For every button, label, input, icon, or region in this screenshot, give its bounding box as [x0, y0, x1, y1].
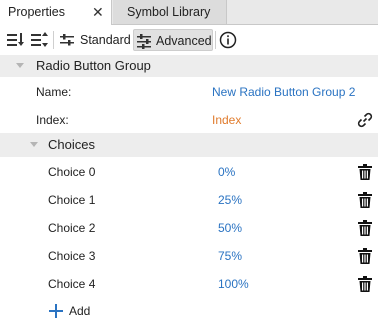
advanced-button[interactable]: Advanced: [133, 29, 213, 51]
toolbar-separator: [53, 31, 54, 49]
index-value[interactable]: Index: [212, 106, 241, 134]
choice-row: Choice 0 0%: [0, 158, 378, 186]
tab-properties-label: Properties: [8, 5, 65, 19]
choice-value[interactable]: 75%: [218, 242, 242, 270]
tab-bar: Properties ✕ Symbol Library: [0, 0, 378, 25]
choice-label[interactable]: Choice 3: [48, 242, 95, 270]
tab-properties[interactable]: Properties ✕: [0, 0, 112, 25]
trash-icon[interactable]: [358, 164, 372, 180]
choices-header[interactable]: Choices: [0, 133, 378, 157]
tab-symbol-library-label: Symbol Library: [127, 5, 211, 19]
advanced-sliders-icon: [137, 34, 151, 49]
trash-icon[interactable]: [358, 248, 372, 264]
choice-value[interactable]: 25%: [218, 186, 242, 214]
index-row: Index: Index: [0, 106, 378, 134]
trash-icon[interactable]: [358, 220, 372, 236]
group-title: Radio Button Group: [36, 58, 151, 73]
name-row: Name: New Radio Button Group 2: [0, 78, 378, 106]
choice-value[interactable]: 50%: [218, 214, 242, 242]
plus-icon: [49, 304, 63, 318]
choice-label[interactable]: Choice 4: [48, 270, 95, 298]
choice-value[interactable]: 0%: [218, 158, 235, 186]
link-icon[interactable]: [357, 112, 373, 128]
name-label: Name:: [36, 85, 72, 99]
choice-row: Choice 3 75%: [0, 242, 378, 270]
add-label: Add: [69, 304, 91, 318]
trash-icon[interactable]: [358, 192, 372, 208]
standard-label: Standard: [80, 33, 131, 47]
standard-button[interactable]: Standard: [57, 29, 131, 51]
name-value[interactable]: New Radio Button Group 2: [212, 78, 355, 106]
info-icon[interactable]: [219, 31, 237, 49]
trash-icon[interactable]: [358, 276, 372, 292]
choices-title: Choices: [48, 137, 95, 152]
sliders-icon: [60, 34, 74, 46]
sort-categorized-icon[interactable]: [30, 31, 48, 49]
index-label: Index:: [36, 113, 69, 127]
choice-value[interactable]: 100%: [218, 270, 249, 298]
choice-row: Choice 4 100%: [0, 270, 378, 298]
choice-label[interactable]: Choice 2: [48, 214, 95, 242]
toolbar-separator: [215, 31, 216, 49]
close-icon[interactable]: ✕: [92, 0, 104, 24]
toolbar: Standard Advanced: [0, 25, 378, 56]
collapse-caret-icon[interactable]: [30, 142, 38, 147]
radio-button-group-header[interactable]: Radio Button Group: [0, 55, 378, 77]
advanced-label: Advanced: [156, 34, 212, 48]
sort-descending-icon[interactable]: [6, 31, 24, 49]
choice-row: Choice 2 50%: [0, 214, 378, 242]
choice-label[interactable]: Choice 0: [48, 158, 95, 186]
choice-row: Choice 1 25%: [0, 186, 378, 214]
collapse-caret-icon[interactable]: [16, 63, 24, 68]
tab-symbol-library[interactable]: Symbol Library: [113, 0, 227, 24]
choice-label[interactable]: Choice 1: [48, 186, 95, 214]
